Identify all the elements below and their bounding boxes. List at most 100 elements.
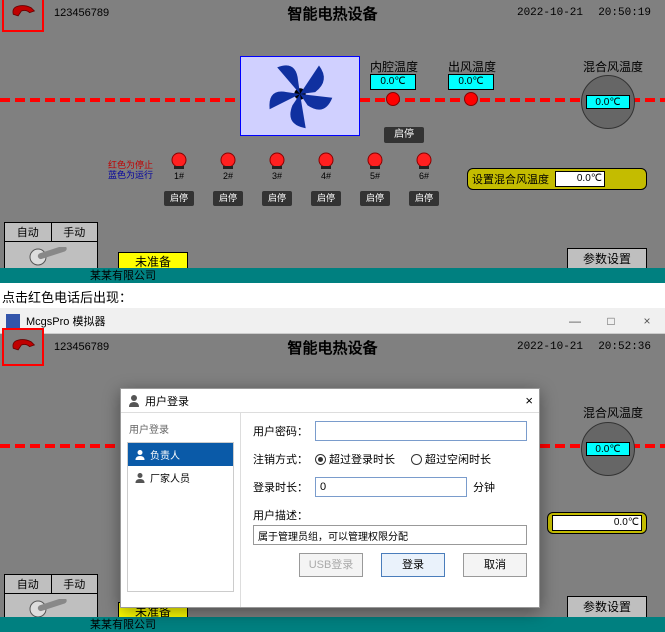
header-time: 20:52:36	[598, 341, 651, 353]
usb-login-button[interactable]: USB登录	[299, 553, 363, 577]
mix-temp-label: 混合风温度	[583, 58, 643, 75]
duration-input[interactable]	[315, 477, 467, 497]
lamp-icon	[268, 152, 286, 170]
window-minimize-button[interactable]: —	[557, 308, 593, 334]
desc-value: 属于管理员组，可以管理权限分配	[253, 525, 527, 545]
header-phone-number: 123456789	[54, 7, 109, 19]
header-time: 20:50:19	[598, 7, 651, 19]
user-list-item[interactable]: 厂家人员	[128, 466, 233, 489]
header-date: 2022-10-21	[517, 341, 583, 353]
phone-icon	[10, 334, 36, 361]
radio-label: 超过空闲时长	[425, 451, 491, 467]
heater-start-stop-button[interactable]: 启停	[164, 191, 194, 206]
outlet-temp-bulb-icon	[464, 92, 478, 106]
mix-temp-gauge: 0.0℃	[581, 422, 635, 476]
window-maximize-button[interactable]: □	[593, 308, 629, 334]
phone-button[interactable]	[2, 0, 44, 32]
radio-label: 超过登录时长	[329, 451, 395, 467]
lamp-icon	[415, 152, 433, 170]
mix-temp-value: 0.0℃	[586, 95, 630, 109]
heater-label: 2#	[223, 171, 233, 181]
param-settings-button[interactable]: 参数设置	[567, 248, 647, 270]
radio-dot-icon	[315, 454, 326, 465]
dialog-left-panel: 用户登录 负责人 厂家人员	[121, 413, 241, 607]
heater-4: 4# 启停	[315, 152, 337, 206]
inner-temp-bulb-icon	[386, 92, 400, 106]
user-name: 厂家人员	[150, 470, 190, 485]
legend-red: 红色为停止	[108, 160, 153, 170]
header-bar: 123456789 智能电热设备 2022-10-21 20:52:36	[2, 336, 663, 358]
heater-start-stop-button[interactable]: 启停	[360, 191, 390, 206]
set-mix-input[interactable]: 0.0℃	[555, 171, 605, 187]
mix-temp-label: 混合风温度	[583, 404, 643, 421]
desc-label: 用户描述：	[253, 507, 527, 523]
heater-start-stop-button[interactable]: 启停	[409, 191, 439, 206]
param-settings-button[interactable]: 参数设置	[567, 596, 647, 618]
header-title: 智能电热设备	[287, 3, 377, 24]
fan-display	[240, 56, 360, 136]
lamp-icon	[170, 152, 188, 170]
heater-label: 1#	[174, 171, 184, 181]
heater-row: 1# 启停 2# 启停 3# 启停 4# 启停 5# 启停 6# 启停	[168, 152, 435, 206]
set-mix-input[interactable]: 0.0℃	[552, 515, 642, 531]
legend-blue: 蓝色为运行	[108, 170, 153, 180]
heater-start-stop-button[interactable]: 启停	[262, 191, 292, 206]
login-dialog: 用户登录 × 用户登录 负责人 厂家人员	[120, 388, 540, 608]
mode-auto-tab[interactable]: 自动	[5, 223, 52, 242]
inner-temp-label: 内腔温度	[370, 58, 418, 75]
duration-label: 登录时长：	[253, 479, 309, 495]
heater-3: 3# 启停	[266, 152, 288, 206]
header-date: 2022-10-21	[517, 7, 583, 19]
caption-text: 点击红色电话后出现：	[0, 283, 665, 308]
heater-label: 6#	[419, 171, 429, 181]
dialog-close-button[interactable]: ×	[525, 393, 533, 408]
mode-auto-tab[interactable]: 自动	[5, 575, 52, 594]
heater-label: 4#	[321, 171, 331, 181]
main-start-stop-button[interactable]: 启停	[384, 127, 424, 143]
heater-5: 5# 启停	[364, 152, 386, 206]
lamp-icon	[317, 152, 335, 170]
footer-company: 某某有限公司	[90, 267, 156, 283]
mode-manual-tab[interactable]: 手动	[52, 575, 98, 594]
dialog-left-title: 用户登录	[127, 419, 234, 442]
heater-label: 3#	[272, 171, 282, 181]
footer-bar: 某某有限公司	[0, 617, 665, 632]
heater-1: 1# 启停	[168, 152, 190, 206]
window-title: McgsPro 模拟器	[26, 313, 105, 329]
app-logo-icon	[6, 314, 20, 328]
footer-company: 某某有限公司	[90, 616, 156, 632]
heater-2: 2# 启停	[217, 152, 239, 206]
password-label: 用户密码：	[253, 423, 309, 439]
pipe-line-left	[0, 98, 240, 102]
heater-start-stop-button[interactable]: 启停	[311, 191, 341, 206]
set-mix-temp-box: 0.0℃	[547, 512, 647, 534]
radio-login-duration[interactable]: 超过登录时长	[315, 451, 395, 467]
cancel-button[interactable]: 取消	[463, 553, 527, 577]
footer-bar: 某某有限公司	[0, 268, 665, 283]
mode-manual-tab[interactable]: 手动	[52, 223, 98, 242]
radio-idle-duration[interactable]: 超过空闲时长	[411, 451, 491, 467]
mix-temp-value: 0.0℃	[586, 442, 630, 456]
mode-switch-box: 自动 手动	[4, 574, 98, 622]
header-title: 智能电热设备	[287, 337, 377, 358]
legend-text: 红色为停止 蓝色为运行	[108, 160, 153, 180]
set-mix-label: 设置混合风温度	[472, 171, 549, 187]
heater-start-stop-button[interactable]: 启停	[213, 191, 243, 206]
outlet-temp-value: 0.0℃	[448, 74, 494, 90]
phone-button[interactable]	[2, 328, 44, 366]
header-bar: 123456789 智能电热设备 2022-10-21 20:50:19	[2, 2, 663, 24]
window-titlebar: McgsPro 模拟器 — □ ×	[0, 308, 665, 334]
user-list: 负责人 厂家人员	[127, 442, 234, 592]
login-button[interactable]: 登录	[381, 553, 445, 577]
window-close-button[interactable]: ×	[629, 308, 665, 334]
dialog-titlebar: 用户登录 ×	[121, 389, 539, 413]
phone-icon	[10, 0, 36, 27]
fan-icon	[262, 56, 338, 137]
user-list-item[interactable]: 负责人	[128, 443, 233, 466]
lamp-icon	[219, 152, 237, 170]
heater-label: 5#	[370, 171, 380, 181]
pipe-line-left	[0, 444, 120, 448]
radio-dot-icon	[411, 454, 422, 465]
password-input[interactable]	[315, 421, 527, 441]
inner-temp-value: 0.0℃	[370, 74, 416, 90]
